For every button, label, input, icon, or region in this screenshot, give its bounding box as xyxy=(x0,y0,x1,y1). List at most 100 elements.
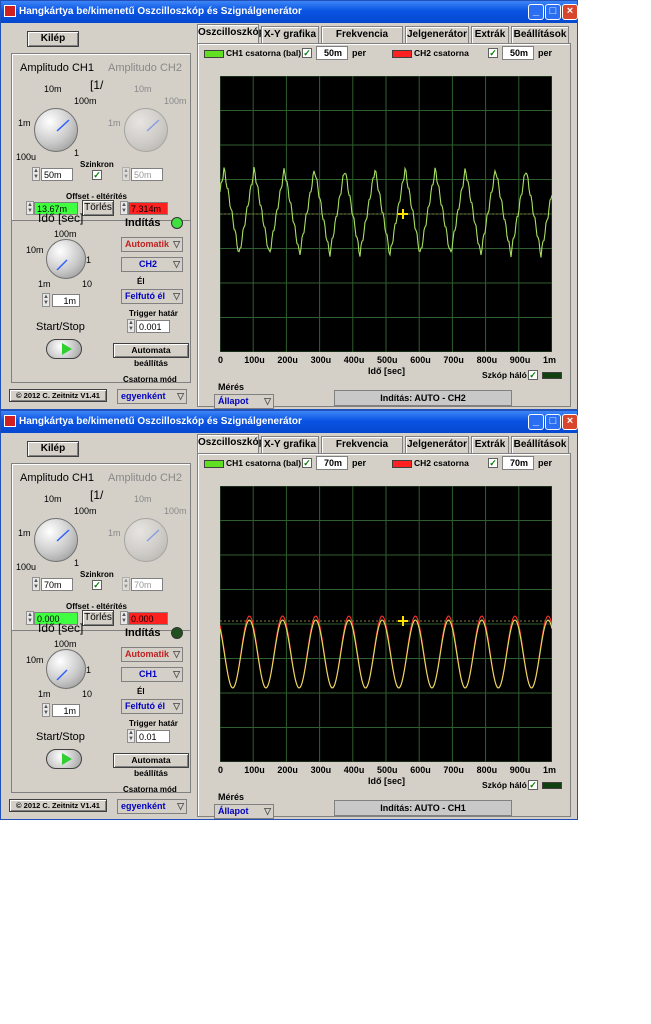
tab-beallitasok[interactable]: Beállítások xyxy=(511,26,569,43)
sync-checkbox[interactable]: ✓ xyxy=(92,170,102,180)
tab-oszcilloszkop[interactable]: Oszcilloszkóp xyxy=(197,434,265,454)
channel-mode-select[interactable]: egyenként ▽ xyxy=(117,799,187,814)
play-icon xyxy=(62,343,72,355)
exit-button[interactable]: Kilép xyxy=(27,31,79,47)
ch1-enable-checkbox[interactable]: ✓ xyxy=(302,48,312,58)
trigger-threshold-spinner[interactable]: ▲ ▼ xyxy=(127,729,135,743)
time-tick-10m: 10m xyxy=(26,245,44,255)
ch2-enable-checkbox[interactable]: ✓ xyxy=(488,48,498,58)
ch1-per-field[interactable]: 50m xyxy=(316,46,348,60)
state-select[interactable]: Állapot ▽ xyxy=(214,394,274,409)
ch1-amplitude-knob[interactable] xyxy=(34,518,78,562)
grid-checkbox[interactable]: ✓ xyxy=(528,780,538,790)
ch2-amplitude-field[interactable]: 50m xyxy=(131,168,163,181)
ch2-per-label: per xyxy=(538,458,553,468)
channel-mode-label: Csatorna mód xyxy=(123,785,177,794)
scope-display[interactable] xyxy=(219,75,553,353)
ch1-amplitude-field[interactable]: 70m xyxy=(41,578,73,591)
ch1-per-field[interactable]: 70m xyxy=(316,456,348,470)
knob-pointer-icon xyxy=(56,259,68,271)
close-button[interactable]: × xyxy=(562,414,578,430)
ch1-value-spinner[interactable]: ▲ ▼ xyxy=(32,577,40,591)
x-tick-label: 300u xyxy=(310,765,332,775)
time-knob[interactable] xyxy=(46,239,86,279)
time-tick-1m: 1m xyxy=(38,279,51,289)
auto-setup-button[interactable]: Automata beállítás xyxy=(113,343,189,368)
tab-frekvencia[interactable]: Frekvencia analiz. xyxy=(321,26,403,56)
edge-select[interactable]: Felfutó él ▽ xyxy=(121,699,183,714)
trigger-marker-icon[interactable] xyxy=(398,209,408,219)
tab-xy-grafika[interactable]: X-Y grafika xyxy=(261,26,319,43)
ch2-value-spinner[interactable]: ▲ ▼ xyxy=(122,577,130,591)
dropdown-arrow-icon: ▽ xyxy=(173,259,180,269)
edge-select[interactable]: Felfutó él ▽ xyxy=(121,289,183,304)
time-field[interactable]: 1m xyxy=(52,704,80,717)
tab-beallitasok[interactable]: Beállítások xyxy=(511,436,569,453)
trigger-led xyxy=(171,627,183,639)
ch1-amplitude-field[interactable]: 50m xyxy=(41,168,73,181)
knob-tick-100m: 100m xyxy=(74,506,97,516)
grid-checkbox[interactable]: ✓ xyxy=(528,370,538,380)
state-value: Állapot xyxy=(218,396,249,406)
sync-checkbox[interactable]: ✓ xyxy=(92,580,102,590)
time-spinner[interactable]: ▲ ▼ xyxy=(42,703,50,717)
x-tick-label: 400u xyxy=(343,355,365,365)
auto-setup-button[interactable]: Automata beállítás xyxy=(113,753,189,778)
ch2-amplitude-knob[interactable] xyxy=(124,108,168,152)
ch1-color-swatch xyxy=(204,460,224,468)
sync-label: Szinkron xyxy=(80,160,114,169)
tab-oszcilloszkop[interactable]: Oszcilloszkóp xyxy=(197,24,265,44)
start-stop-button[interactable] xyxy=(46,749,82,769)
time-knob[interactable] xyxy=(46,649,86,689)
trigger-threshold-spinner[interactable]: ▲ ▼ xyxy=(127,319,135,333)
x-tick-label: 500u xyxy=(377,765,398,775)
close-button[interactable]: × xyxy=(562,4,578,20)
start-stop-button[interactable] xyxy=(46,339,82,359)
grid-color-swatch xyxy=(542,782,562,789)
knob-tick-10m: 10m xyxy=(44,84,62,94)
trigger-channel-select[interactable]: CH2 ▽ xyxy=(121,257,183,272)
maximize-button[interactable]: □ xyxy=(545,4,561,20)
exit-button[interactable]: Kilép xyxy=(27,441,79,457)
ch1-amplitude-knob[interactable] xyxy=(34,108,78,152)
scope-display[interactable] xyxy=(219,485,553,763)
title-bar[interactable]: Hangkártya be/kimenetű Oszcilloszkóp és … xyxy=(1,1,578,23)
minimize-button[interactable]: _ xyxy=(528,414,544,430)
channel-mode-select[interactable]: egyenként ▽ xyxy=(117,389,187,404)
trigger-mode-select[interactable]: Automatik ▽ xyxy=(121,647,183,662)
title-bar[interactable]: Hangkártya be/kimenetű Oszcilloszkóp és … xyxy=(1,411,578,433)
knob2-tick-1m: 1m xyxy=(108,528,121,538)
trigger-threshold-field[interactable]: 0.01 xyxy=(136,730,170,743)
state-select[interactable]: Állapot ▽ xyxy=(214,804,274,819)
grid-color-swatch xyxy=(542,372,562,379)
trigger-channel-select[interactable]: CH1 ▽ xyxy=(121,667,183,682)
ch2-amplitude-field[interactable]: 70m xyxy=(131,578,163,591)
trigger-mode-select[interactable]: Automatik ▽ xyxy=(121,237,183,252)
time-spinner[interactable]: ▲ ▼ xyxy=(42,293,50,307)
ch1-enable-checkbox[interactable]: ✓ xyxy=(302,458,312,468)
trigger-led xyxy=(171,217,183,229)
tab-jelgenerator[interactable]: Jelgenerátor xyxy=(405,436,469,453)
tab-frekvencia[interactable]: Frekvencia analiz. xyxy=(321,436,403,466)
tab-jelgenerator[interactable]: Jelgenerátor xyxy=(405,26,469,43)
ch2-enable-checkbox[interactable]: ✓ xyxy=(488,458,498,468)
app-icon xyxy=(4,415,16,427)
ch2-value-spinner[interactable]: ▲ ▼ xyxy=(122,167,130,181)
ch2-per-field[interactable]: 50m xyxy=(502,46,534,60)
tab-extrak[interactable]: Extrák xyxy=(471,26,509,43)
ch2-per-field[interactable]: 70m xyxy=(502,456,534,470)
x-tick-label: 600u xyxy=(410,355,431,365)
ch2-amplitude-knob[interactable] xyxy=(124,518,168,562)
trigger-threshold-field[interactable]: 0.001 xyxy=(136,320,170,333)
ch1-value-spinner[interactable]: ▲ ▼ xyxy=(32,167,40,181)
knob-tick-1m: 1m xyxy=(18,528,31,538)
x-tick-label: 1m xyxy=(543,765,557,775)
time-field[interactable]: 1m xyxy=(52,294,80,307)
copyright-label: © 2012 C. Zeitnitz V1.41 xyxy=(9,799,107,812)
maximize-button[interactable]: □ xyxy=(545,414,561,430)
tab-extrak[interactable]: Extrák xyxy=(471,436,509,453)
scope-graph xyxy=(219,485,553,763)
tab-xy-grafika[interactable]: X-Y grafika xyxy=(261,436,319,453)
knob-pointer-icon xyxy=(146,119,160,132)
minimize-button[interactable]: _ xyxy=(528,4,544,20)
